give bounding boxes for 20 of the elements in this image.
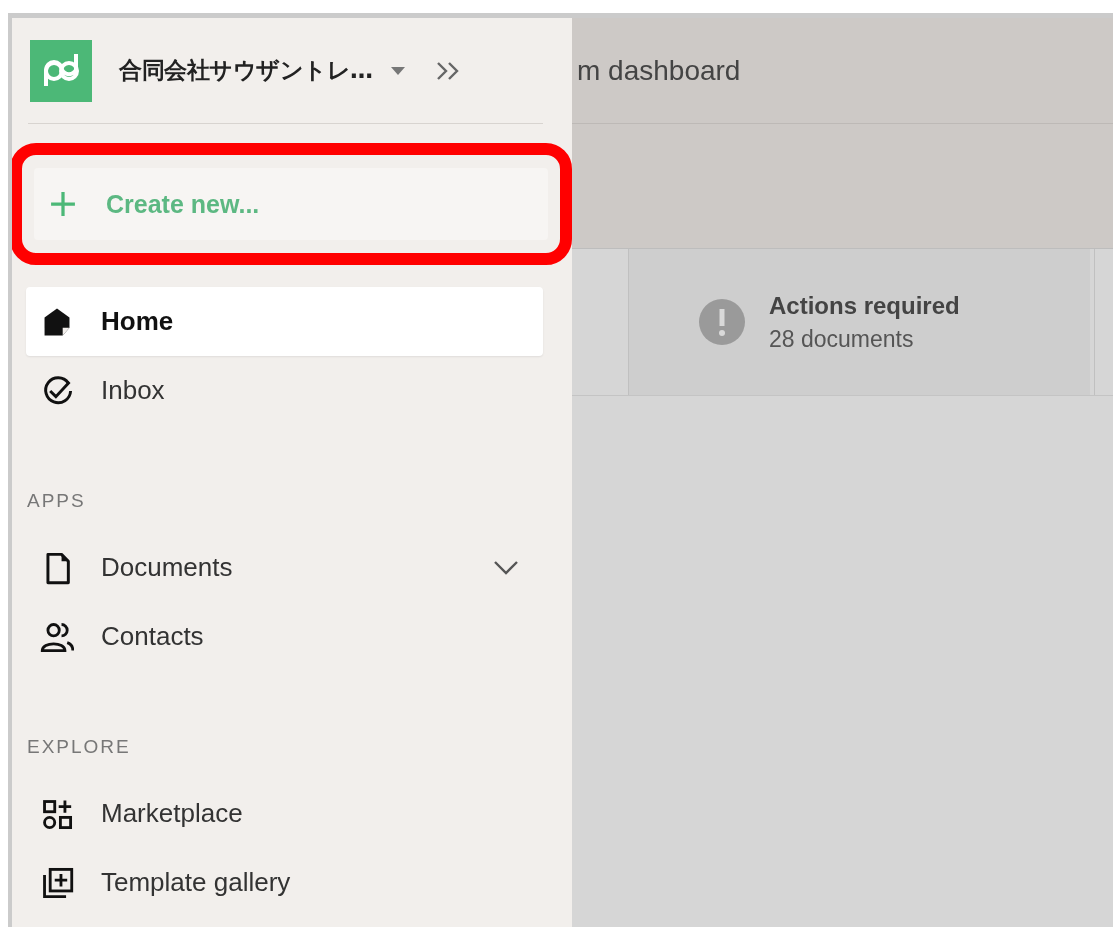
section-heading: APPS	[27, 489, 87, 513]
organization-name[interactable]: 合同会社サウザントレ…	[119, 55, 373, 86]
nav-item[interactable]: Marketplace	[26, 779, 543, 848]
nav-item[interactable]: Contacts	[26, 602, 543, 671]
section-heading: EXPLORE	[27, 735, 132, 759]
nav-item[interactable]: Inbox	[26, 356, 543, 425]
nav-item[interactable]: Documents	[26, 533, 543, 602]
stat-card[interactable]: Actions required 28 documents	[629, 249, 1090, 395]
chevron-icon[interactable]	[493, 559, 519, 576]
page-title: m dashboard	[577, 54, 741, 87]
logo-icon	[30, 39, 92, 102]
collapse-icon[interactable]	[434, 60, 461, 81]
add-copy-icon	[40, 865, 74, 900]
caret-icon[interactable]	[390, 66, 405, 75]
card-subtitle: 28 documents	[769, 325, 915, 353]
nav-item[interactable]: Home	[26, 287, 543, 356]
card-title: Actions required	[769, 291, 960, 320]
plus-icon	[50, 191, 76, 217]
alert-icon	[699, 299, 745, 345]
nav-item[interactable]: Template gallery	[26, 848, 543, 917]
